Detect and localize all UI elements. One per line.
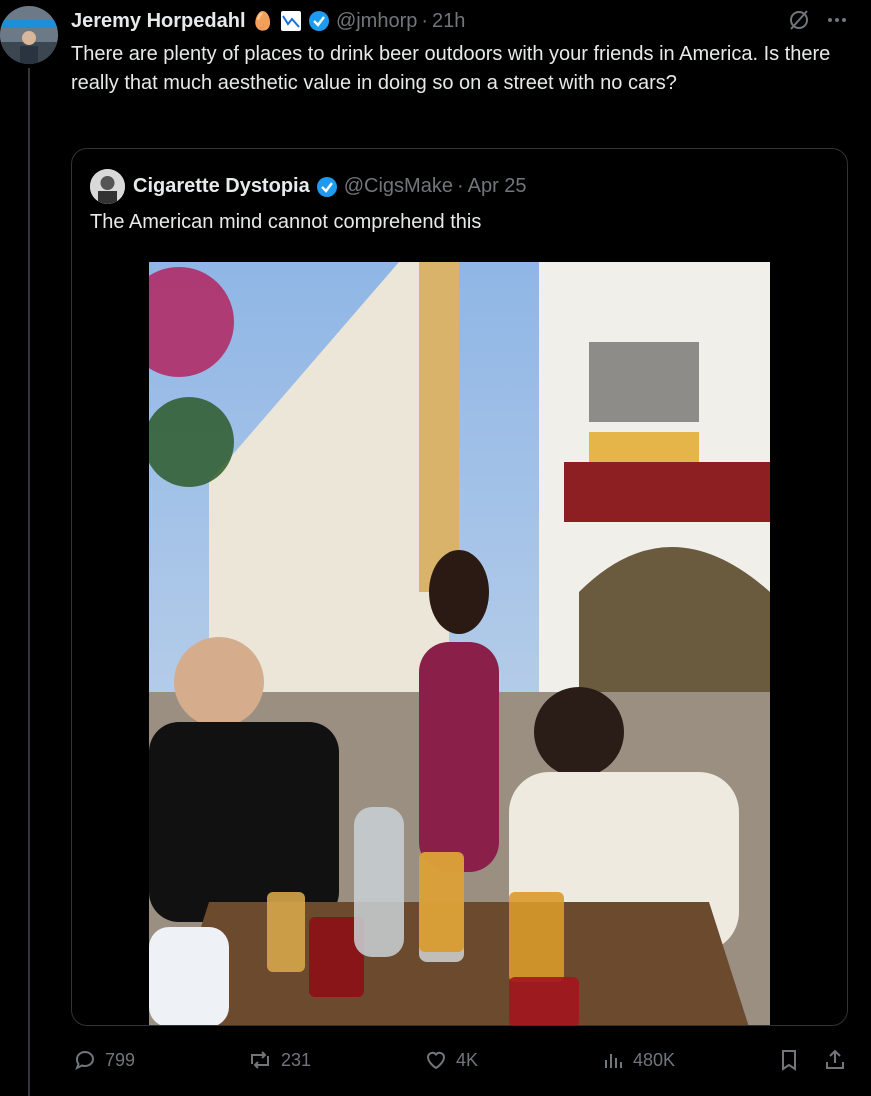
views-icon (601, 1048, 625, 1072)
verified-badge-icon (316, 176, 338, 198)
more-icon[interactable] (825, 8, 849, 32)
separator: · (456, 175, 464, 197)
avatar[interactable] (0, 6, 58, 64)
top-actions (787, 8, 849, 32)
reply-icon (73, 1048, 97, 1072)
egg-emoji: 🥚 (251, 10, 274, 31)
view-count: 480K (633, 1049, 676, 1070)
like-button[interactable]: 4K (424, 1040, 478, 1080)
quoted-tweet[interactable]: Cigarette Dystopia @CigsMake · Apr 25 Th… (71, 148, 848, 1026)
tweet-actions: 799 231 4K 480K (0, 1040, 871, 1080)
thread-line (28, 68, 30, 1096)
tweet-header: Jeremy Horpedahl 🥚 @jmhorp · 21h (71, 8, 871, 34)
views-button[interactable]: 480K (601, 1040, 675, 1080)
verified-badge-icon (308, 10, 330, 32)
quote-header: Cigarette Dystopia @CigsMake · Apr 25 (90, 169, 527, 204)
grok-icon[interactable] (787, 8, 811, 32)
repost-icon (247, 1048, 273, 1072)
quote-handle[interactable]: @CigsMake (344, 175, 453, 198)
chart-emoji-icon (280, 10, 302, 32)
repost-count: 231 (281, 1049, 312, 1070)
author-handle[interactable]: @jmhorp (336, 10, 417, 33)
like-count: 4K (456, 1049, 479, 1070)
reply-count: 799 (105, 1049, 136, 1070)
repost-button[interactable]: 231 (247, 1040, 311, 1080)
quote-author-name[interactable]: Cigarette Dystopia (133, 175, 310, 198)
reply-button[interactable]: 799 (73, 1040, 135, 1080)
separator: · (421, 9, 429, 32)
bookmark-button[interactable] (777, 1040, 801, 1080)
quote-photo[interactable] (149, 262, 770, 1025)
author-name[interactable]: Jeremy Horpedahl (71, 10, 246, 33)
bookmark-icon (777, 1048, 801, 1072)
timestamp[interactable]: 21h (432, 10, 465, 33)
tweet-text: There are plenty of places to drink beer… (71, 43, 831, 94)
quote-date[interactable]: Apr 25 (468, 175, 527, 198)
like-icon (424, 1048, 448, 1072)
quote-text: The American mind cannot comprehend this (90, 211, 482, 233)
share-button[interactable] (823, 1040, 847, 1080)
share-icon (823, 1048, 847, 1072)
quote-avatar[interactable] (90, 169, 125, 204)
